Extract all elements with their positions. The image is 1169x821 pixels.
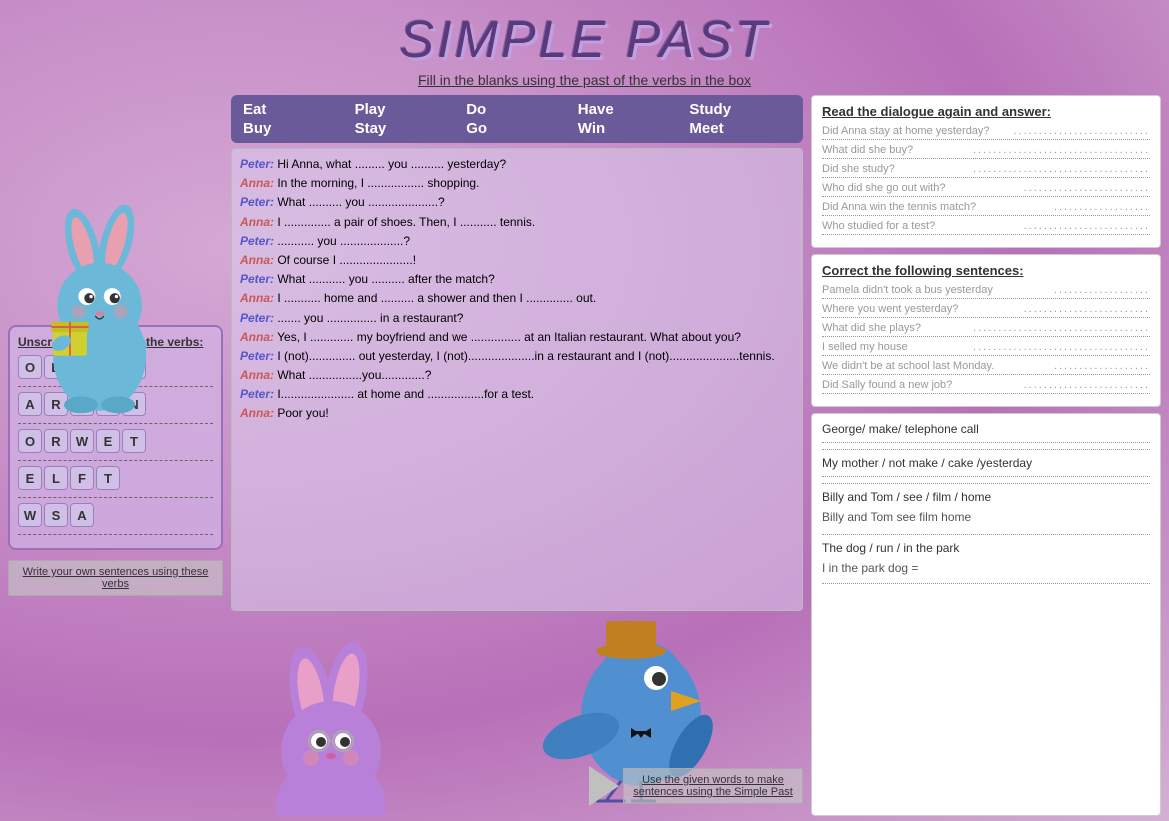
- c4-dots: ...................................: [973, 341, 1150, 353]
- c4-text: I selled my house: [822, 341, 908, 353]
- read-dialogue-title: Read the dialogue again and answer:: [822, 104, 1150, 119]
- verb-do: Do: [466, 101, 568, 118]
- c1-text: Pamela didn't took a bus yesterday: [822, 284, 993, 296]
- characters-area: Use the given words to make sentences us…: [231, 616, 803, 816]
- letter-F: F: [70, 466, 94, 490]
- letter-O2: O: [18, 429, 42, 453]
- c5-dots: ...................: [1054, 360, 1150, 372]
- c3-text: What did she plays?: [822, 322, 921, 334]
- correct-sentences-section: Correct the following sentences: Pamela …: [811, 254, 1161, 407]
- q6-dots: .........................: [1024, 220, 1150, 232]
- left-instruction: Write your own sentences using these ver…: [8, 560, 223, 596]
- letter-S: S: [44, 503, 68, 527]
- make-sentences-section: George/ make/ telephone call My mother /…: [811, 413, 1161, 816]
- sentence-2-dots: [822, 476, 1150, 484]
- correction-6: Did Sally found a new job? .............…: [822, 379, 1150, 394]
- sentence-1: George/ make/ telephone call: [822, 422, 1150, 436]
- right-instruction: Use the given words to make sentences us…: [623, 768, 803, 804]
- letter-R: R: [44, 429, 68, 453]
- q3-text: Did she study?: [822, 163, 895, 175]
- right-instruction-area: Use the given words to make sentences us…: [589, 766, 803, 806]
- word-tile-5: W S A: [18, 503, 94, 527]
- middle-panel: Eat Play Do Have Study Buy Stay Go Win M…: [231, 95, 803, 816]
- c1-dots: ...................: [1054, 284, 1150, 296]
- right-panel: Read the dialogue again and answer: Did …: [811, 95, 1161, 816]
- page-title: SIMPLE PAST: [0, 10, 1169, 70]
- correction-2: Where you went yesterday? ..............…: [822, 303, 1150, 318]
- verb-win: Win: [578, 120, 680, 137]
- c6-dots: .........................: [1024, 379, 1150, 391]
- dialogue-box: Peter: Hi Anna, what ......... you .....…: [231, 148, 803, 611]
- word-tile-3: O R W E T: [18, 429, 146, 453]
- bottom-instructions-area: Write your own sentences using these ver…: [8, 560, 223, 596]
- q6-text: Who studied for a test?: [822, 220, 935, 232]
- subtitle: Fill in the blanks using the past of the…: [0, 72, 1169, 88]
- c2-dots: .........................: [1024, 303, 1150, 315]
- verb-play: Play: [355, 101, 457, 118]
- q4-text: Who did she go out with?: [822, 182, 946, 194]
- c2-text: Where you went yesterday?: [822, 303, 958, 315]
- correction-3: What did she plays? ....................…: [822, 322, 1150, 337]
- verb-box: Eat Play Do Have Study Buy Stay Go Win M…: [231, 95, 803, 143]
- read-dialogue-section: Read the dialogue again and answer: Did …: [811, 95, 1161, 248]
- verb-eat: Eat: [243, 101, 345, 118]
- question-1: Did Anna stay at home yesterday? .......…: [822, 125, 1150, 140]
- q5-text: Did Anna win the tennis match?: [822, 201, 976, 213]
- correction-4: I selled my house ......................…: [822, 341, 1150, 356]
- letter-A2: A: [70, 503, 94, 527]
- letter-T2: T: [96, 466, 120, 490]
- q3-dots: ...................................: [973, 163, 1150, 175]
- question-6: Who studied for a test? ................…: [822, 220, 1150, 235]
- question-4: Who did she go out with? ...............…: [822, 182, 1150, 197]
- sentence-3-answer: Billy and Tom see film home: [822, 508, 1150, 526]
- sentence-3: Billy and Tom / see / film / home: [822, 490, 1150, 504]
- q1-text: Did Anna stay at home yesterday?: [822, 125, 990, 137]
- verb-buy: Buy: [243, 120, 345, 137]
- sentence-2: My mother / not make / cake /yesterday: [822, 456, 1150, 470]
- q2-dots: ...................................: [973, 144, 1150, 156]
- sentence-4-answer: I in the park dog =: [822, 559, 1150, 577]
- verb-study: Study: [689, 101, 791, 118]
- verb-have: Have: [578, 101, 680, 118]
- q4-dots: .........................: [1024, 182, 1150, 194]
- c6-text: Did Sally found a new job?: [822, 379, 952, 391]
- correct-sentences-title: Correct the following sentences:: [822, 263, 1150, 278]
- c3-dots: ...................................: [973, 322, 1150, 334]
- sentence-4: The dog / run / in the park: [822, 541, 1150, 555]
- sentence-1-dots: [822, 442, 1150, 450]
- verb-meet: Meet: [689, 120, 791, 137]
- letter-W: W: [70, 429, 94, 453]
- left-panel: Unscramble and write the verbs: O D V R …: [8, 95, 223, 816]
- q1-dots: ...........................: [1013, 125, 1150, 137]
- verb-go: Go: [466, 120, 568, 137]
- rabbit-character: [0, 195, 218, 415]
- q5-dots: ...................: [1054, 201, 1150, 213]
- c5-text: We didn't be at school last Monday.: [822, 360, 994, 372]
- question-3: Did she study? .........................…: [822, 163, 1150, 178]
- letter-W2: W: [18, 503, 42, 527]
- letter-T: T: [122, 429, 146, 453]
- question-5: Did Anna win the tennis match? .........…: [822, 201, 1150, 216]
- word-tile-4: E L F T: [18, 466, 120, 490]
- question-2: What did she buy? ......................…: [822, 144, 1150, 159]
- correction-1: Pamela didn't took a bus yesterday .....…: [822, 284, 1150, 299]
- verb-stay: Stay: [355, 120, 457, 137]
- correction-5: We didn't be at school last Monday. ....…: [822, 360, 1150, 375]
- q2-text: What did she buy?: [822, 144, 913, 156]
- letter-E2: E: [96, 429, 120, 453]
- letter-L: L: [44, 466, 68, 490]
- letter-E3: E: [18, 466, 42, 490]
